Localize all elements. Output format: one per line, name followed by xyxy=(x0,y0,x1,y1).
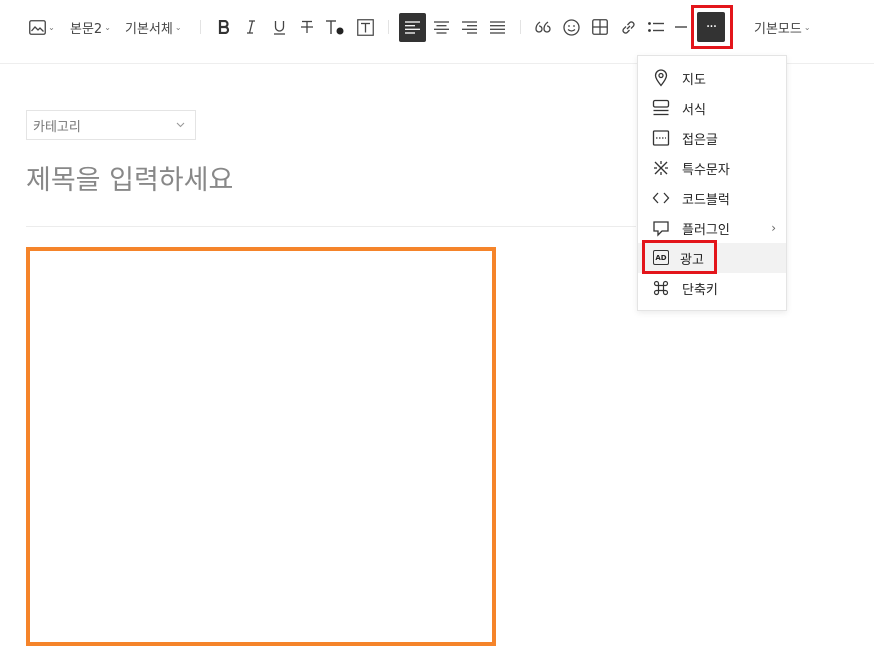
horizontal-rule-button[interactable] xyxy=(674,14,688,40)
ad-item-highlight xyxy=(642,240,717,274)
menu-item-map[interactable]: 지도 xyxy=(638,63,786,93)
table-button[interactable] xyxy=(590,14,610,40)
editor-toolbar: ⌄ 본문2 ⌄ 기본서체 ⌄ ··· 기본모드 ⌄ xyxy=(0,0,874,55)
menu-item-label: 지도 xyxy=(682,72,706,88)
text-background-button[interactable] xyxy=(354,14,376,40)
text-color-icon xyxy=(326,20,344,35)
fold-icon xyxy=(652,130,670,146)
toolbar-separator xyxy=(200,20,201,34)
menu-item-fold[interactable]: 접은글 xyxy=(638,123,786,153)
italic-icon xyxy=(247,20,255,34)
align-center-button[interactable] xyxy=(431,14,451,40)
quote-button[interactable] xyxy=(533,14,553,40)
menu-item-plugin[interactable]: 플러그인 › xyxy=(638,213,786,243)
category-select[interactable]: 카테고리 xyxy=(26,110,196,140)
table-icon xyxy=(592,19,608,35)
title-divider xyxy=(26,226,636,227)
menu-item-label: 특수문자 xyxy=(682,162,730,178)
category-placeholder: 카테고리 xyxy=(33,119,81,135)
strikethrough-button[interactable] xyxy=(297,14,317,40)
template-icon xyxy=(652,99,670,116)
align-left-button[interactable] xyxy=(399,13,426,42)
chevron-down-icon xyxy=(176,122,185,128)
special-char-icon xyxy=(654,161,668,175)
bold-button[interactable] xyxy=(214,14,234,40)
link-icon xyxy=(621,20,635,34)
image-button[interactable]: ⌄ xyxy=(28,14,56,40)
underline-button[interactable] xyxy=(269,14,289,40)
content-highlight-box xyxy=(26,247,496,646)
align-justify-button[interactable] xyxy=(487,14,507,40)
menu-item-label: 단축키 xyxy=(682,282,718,298)
text-background-icon xyxy=(356,18,374,36)
quote-icon xyxy=(534,21,551,33)
menu-item-shortcuts[interactable]: 단축키 xyxy=(638,273,786,303)
link-button[interactable] xyxy=(618,14,638,40)
plugin-icon xyxy=(653,221,669,237)
font-select[interactable]: 기본서체 ⌄ xyxy=(125,14,182,40)
code-icon xyxy=(652,192,670,204)
menu-item-label: 플러그인 xyxy=(682,222,730,238)
paragraph-style-select[interactable]: 본문2 ⌄ xyxy=(70,14,111,40)
menu-item-label: 코드블럭 xyxy=(682,192,730,208)
strikethrough-icon xyxy=(301,20,313,33)
image-icon xyxy=(29,19,47,35)
command-icon xyxy=(653,280,669,296)
menu-item-code-block[interactable]: 코드블럭 xyxy=(638,183,786,213)
menu-item-label: 서식 xyxy=(682,102,706,118)
menu-item-template[interactable]: 서식 xyxy=(638,93,786,123)
chevron-down-icon: ⌄ xyxy=(803,22,811,32)
align-center-icon xyxy=(433,20,449,34)
post-title-input[interactable]: 제목을 입력하세요 xyxy=(26,158,233,197)
emoticon-button[interactable] xyxy=(561,14,581,40)
toolbar-separator xyxy=(388,20,389,34)
smiley-icon xyxy=(562,18,580,36)
italic-button[interactable] xyxy=(241,14,261,40)
bullet-list-icon xyxy=(648,22,664,32)
more-button-highlight xyxy=(691,5,733,49)
menu-item-special-char[interactable]: 특수문자 xyxy=(638,153,786,183)
editor-mode-label: 기본모드 xyxy=(754,21,802,37)
paragraph-style-label: 본문2 xyxy=(70,21,103,37)
text-color-button[interactable] xyxy=(324,14,346,40)
menu-item-label: 접은글 xyxy=(682,132,718,148)
font-label: 기본서체 xyxy=(125,21,173,37)
bold-icon xyxy=(218,20,230,34)
chevron-right-icon: › xyxy=(771,221,776,235)
chevron-down-icon: ⌄ xyxy=(104,22,111,32)
list-button[interactable] xyxy=(646,14,666,40)
align-justify-icon xyxy=(489,20,505,34)
editor-mode-select[interactable]: 기본모드 ⌄ xyxy=(754,14,811,40)
chevron-down-icon: ⌄ xyxy=(174,22,182,32)
toolbar-separator xyxy=(520,20,521,34)
horizontal-line-icon xyxy=(675,26,687,28)
align-right-icon xyxy=(461,20,477,34)
underline-icon xyxy=(273,20,285,35)
align-left-icon xyxy=(405,21,420,34)
editor-page: ⌄ 본문2 ⌄ 기본서체 ⌄ ··· 기본모드 ⌄ 카테고리 제목을 입력하세요… xyxy=(0,0,874,656)
align-right-button[interactable] xyxy=(459,14,479,40)
chevron-down-icon: ⌄ xyxy=(48,22,55,32)
map-pin-icon xyxy=(654,69,668,87)
